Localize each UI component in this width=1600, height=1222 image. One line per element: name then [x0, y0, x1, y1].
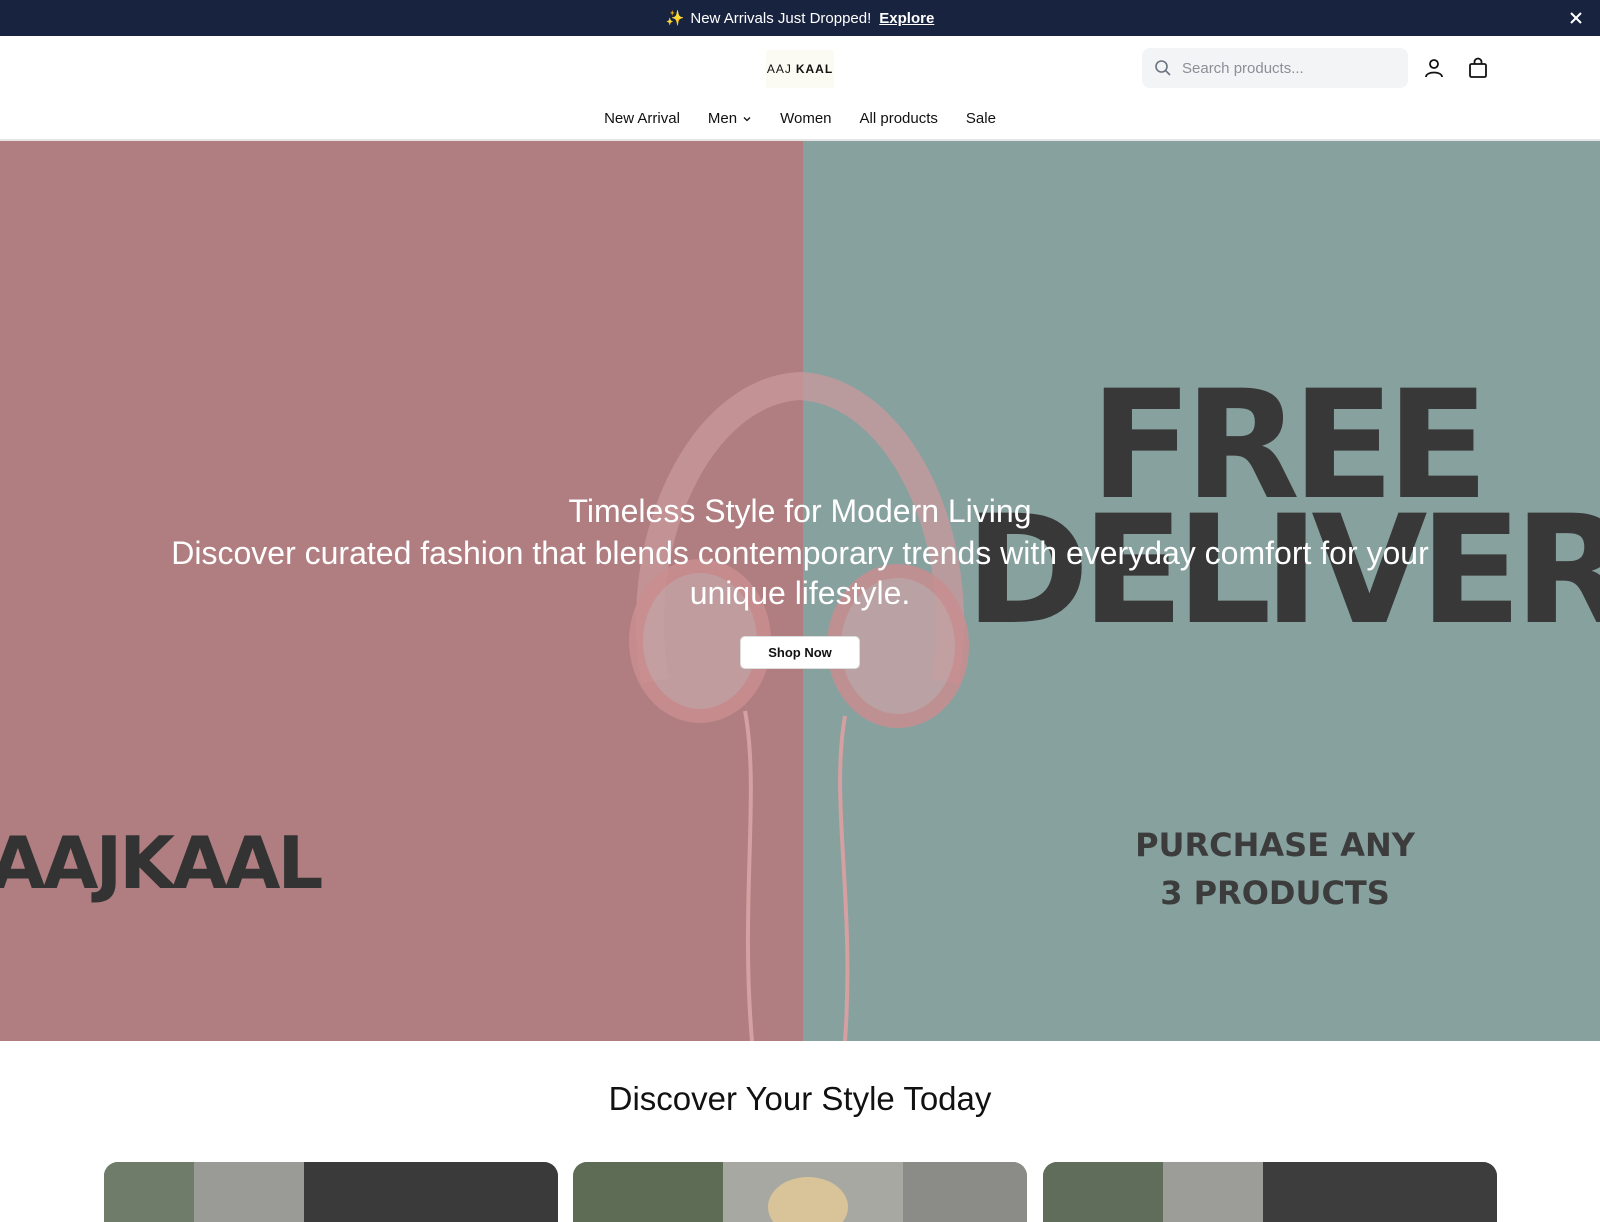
- explore-link[interactable]: Explore: [879, 10, 934, 27]
- section-title: Discover Your Style Today: [608, 1080, 992, 1117]
- sparkles-icon: ✨: [665, 9, 685, 27]
- hero-subtitle: Discover curated fashion that blends con…: [171, 535, 1429, 611]
- logo-text-part2: KAAL: [795, 62, 834, 76]
- shop-now-button[interactable]: Shop Now: [740, 636, 860, 669]
- nav-item-new-arrival[interactable]: New Arrival: [604, 110, 680, 127]
- nav-item-all-products[interactable]: All products: [860, 110, 938, 127]
- category-card[interactable]: [1043, 1162, 1497, 1222]
- announcement-bar: ✨ New Arrivals Just Dropped! Explore: [0, 0, 1600, 36]
- search-box[interactable]: [1142, 48, 1408, 88]
- hero-banner: FREE DELIVERY PURCHASE ANY 3 PRODUCTS AA…: [0, 141, 1600, 1041]
- category-card[interactable]: [573, 1162, 1027, 1222]
- logo[interactable]: AAJ KAAL: [766, 50, 834, 88]
- category-card[interactable]: [104, 1162, 558, 1222]
- brand-watermark: AAJKAAL: [0, 821, 323, 905]
- nav-item-women[interactable]: Women: [780, 110, 831, 127]
- category-image: [573, 1162, 1027, 1222]
- main-nav: New Arrival Men Women All products Sale: [0, 110, 1600, 127]
- nav-item-men[interactable]: Men: [708, 110, 752, 127]
- hero-title: Timeless Style for Modern Living: [568, 493, 1032, 529]
- chevron-down-icon: [743, 116, 751, 121]
- site-header: AAJ KAAL New Arrival Men Women All produ…: [0, 36, 1600, 141]
- search-input[interactable]: [1180, 58, 1380, 78]
- close-icon[interactable]: [1566, 8, 1586, 28]
- category-image: [1043, 1162, 1497, 1222]
- nav-item-sale[interactable]: Sale: [966, 110, 996, 127]
- shopping-bag-icon[interactable]: [1466, 56, 1490, 80]
- purchase-offer-text: PURCHASE ANY 3 PRODUCTS: [1135, 826, 1415, 912]
- logo-text-part1: AAJ: [766, 62, 792, 76]
- announcement-text: New Arrivals Just Dropped!: [690, 9, 872, 27]
- category-image: [104, 1162, 558, 1222]
- user-icon[interactable]: [1422, 56, 1446, 80]
- search-icon: [1155, 60, 1171, 76]
